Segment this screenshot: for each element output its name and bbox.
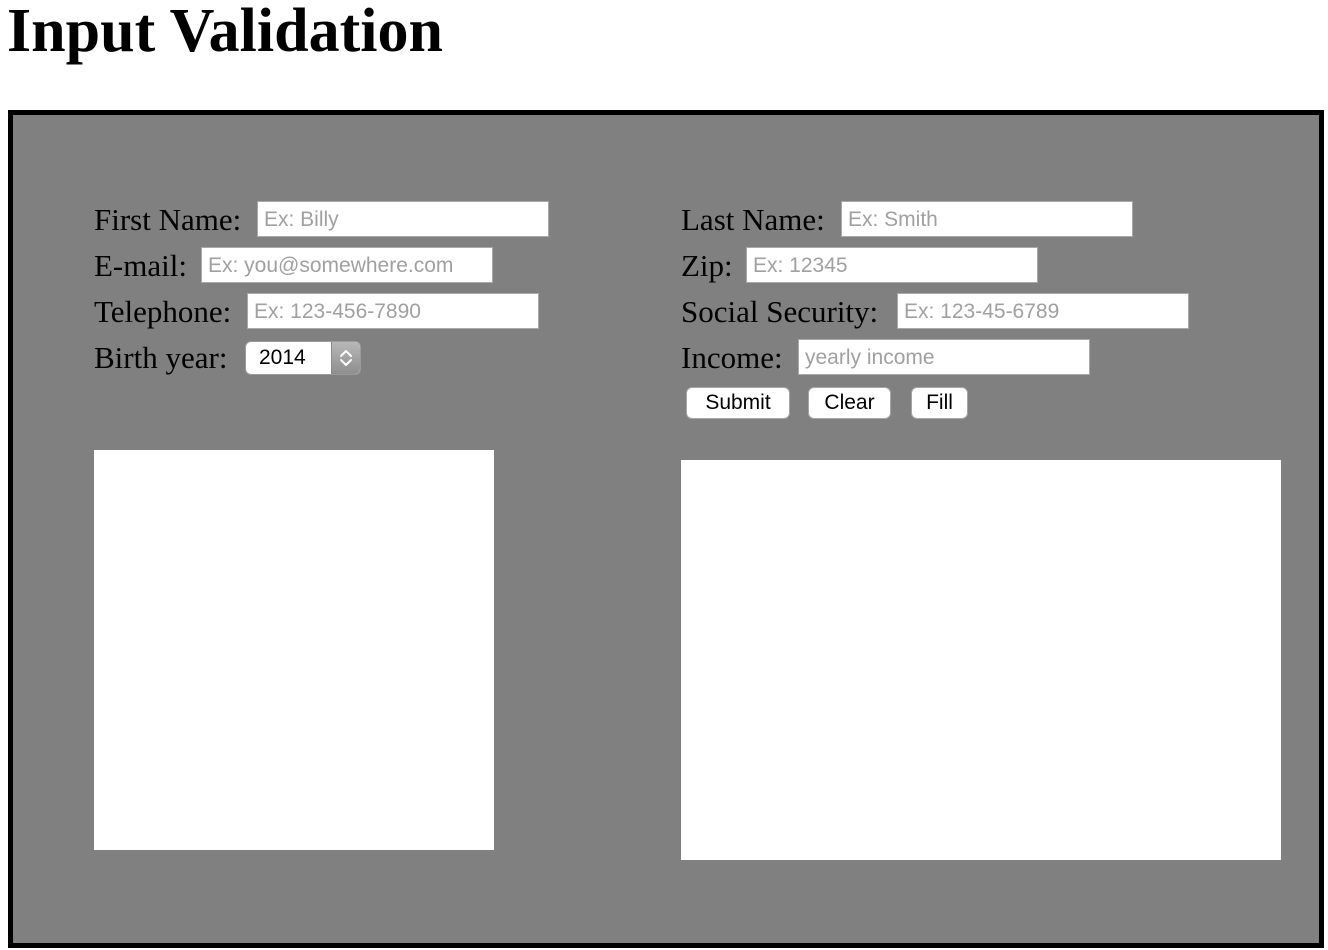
social-security-input[interactable] bbox=[897, 293, 1189, 329]
telephone-label: Telephone: bbox=[94, 294, 232, 329]
last-name-input[interactable] bbox=[841, 201, 1133, 237]
zip-label: Zip: bbox=[681, 248, 733, 283]
first-name-input[interactable] bbox=[257, 201, 549, 237]
last-name-label: Last Name: bbox=[681, 202, 825, 237]
telephone-input[interactable] bbox=[247, 293, 539, 329]
submit-button[interactable]: Submit bbox=[686, 387, 790, 419]
page-title: Input Validation bbox=[7, 0, 443, 65]
email-input[interactable] bbox=[201, 247, 493, 283]
fill-button[interactable]: Fill bbox=[911, 387, 968, 419]
left-output-box bbox=[94, 450, 494, 850]
email-label: E-mail: bbox=[94, 248, 187, 283]
income-label: Income: bbox=[681, 340, 783, 375]
first-name-label: First Name: bbox=[94, 202, 242, 237]
right-output-box bbox=[681, 460, 1281, 860]
birth-year-select[interactable]: 2014 bbox=[245, 341, 361, 375]
social-security-label: Social Security: bbox=[681, 294, 879, 329]
zip-input[interactable] bbox=[746, 247, 1038, 283]
income-input[interactable] bbox=[798, 339, 1090, 375]
clear-button[interactable]: Clear bbox=[808, 387, 891, 419]
birth-year-value: 2014 bbox=[259, 346, 306, 369]
up-down-chevron-icon[interactable] bbox=[331, 342, 360, 374]
form-panel: First Name: E-mail: Telephone: Birth yea… bbox=[8, 110, 1324, 948]
birth-year-label: Birth year: bbox=[94, 340, 228, 375]
